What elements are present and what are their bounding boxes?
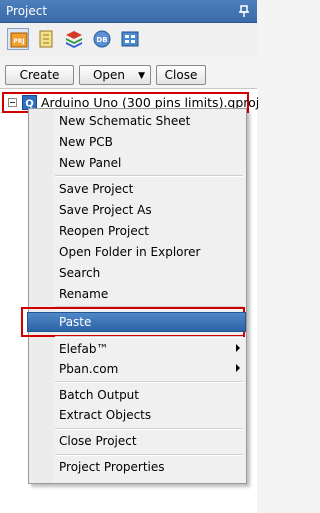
svg-text:DB: DB (96, 36, 107, 44)
chevron-down-icon: ▼ (138, 71, 145, 81)
panel-title-bar: Project (0, 0, 257, 23)
menu-item-new-pcb[interactable]: New PCB (29, 132, 246, 152)
menu-item-save-project[interactable]: Save Project (29, 179, 246, 199)
menu-item-label: Paste (59, 315, 92, 329)
menu-item-rename[interactable]: Rename (29, 284, 246, 304)
menu-separator (55, 381, 243, 383)
menu-item-label: Batch Output (59, 388, 139, 402)
menu-item-label: Pban.com (59, 362, 119, 376)
toolbar: PRJ DB (0, 23, 257, 56)
menu-item-label: New Panel (59, 156, 122, 170)
project-view-button[interactable]: PRJ (7, 28, 29, 50)
menu-item-project-properties[interactable]: Project Properties (29, 457, 246, 477)
create-new-button[interactable]: Create New (5, 65, 74, 100)
menu-item-reopen-project[interactable]: Reopen Project (29, 221, 246, 241)
menu-item-save-project-as[interactable]: Save Project As (29, 200, 246, 220)
menu-item-label: New PCB (59, 135, 113, 149)
menu-item-label: New Schematic Sheet (59, 114, 191, 128)
panel-title: Project (6, 4, 48, 18)
menu-item-label: Open Folder in Explorer (59, 245, 201, 259)
submenu-arrow-icon (236, 344, 240, 352)
submenu-arrow-icon (236, 364, 240, 372)
menu-item-extract-objects[interactable]: Extract Objects (29, 405, 246, 425)
context-menu: New Schematic Sheet New PCB New Panel Sa… (21, 108, 247, 484)
menu-item-label: Elefab™ (59, 342, 109, 356)
menu-item-label: Save Project (59, 182, 134, 196)
menu-item-open-folder-in-explorer[interactable]: Open Folder in Explorer (29, 242, 246, 262)
menu-item-new-panel[interactable]: New Panel (29, 153, 246, 173)
menu-separator (55, 175, 243, 177)
close-button[interactable]: Close (156, 65, 206, 85)
menu-item-new-schematic-sheet[interactable]: New Schematic Sheet (29, 111, 246, 131)
document-view-button[interactable] (35, 28, 57, 50)
menu-item-label: Extract Objects (59, 408, 152, 422)
menu-separator (55, 454, 243, 456)
layers-icon (66, 31, 82, 48)
components-icon (121, 31, 139, 47)
menu-item-label: Project Properties (59, 460, 165, 474)
menu-item-paste[interactable]: Paste (21, 307, 246, 337)
menu-separator (55, 428, 243, 430)
menu-item-batch-output[interactable]: Batch Output (29, 385, 246, 405)
menu-item-label: Search (59, 266, 101, 280)
project-actions: Create New Open ▼ Close (0, 60, 257, 100)
components-view-button[interactable] (119, 28, 141, 50)
menu-separator (55, 336, 243, 338)
document-icon (39, 30, 53, 48)
menu-item-elefab[interactable]: Elefab™ (29, 339, 246, 359)
collapse-icon[interactable] (8, 98, 17, 107)
menu-item-label: Close Project (59, 434, 137, 448)
database-icon: DB (93, 30, 111, 48)
menu-item-label: Rename (59, 287, 109, 301)
layers-view-button[interactable] (63, 28, 85, 50)
menu-item-label: Save Project As (59, 203, 152, 217)
open-button[interactable]: Open ▼ (79, 65, 151, 85)
svg-text:PRJ: PRJ (13, 38, 24, 45)
menu-item-label: Reopen Project (59, 224, 149, 238)
project-icon: PRJ (10, 32, 28, 48)
menu-item-pban[interactable]: Pban.com (29, 359, 246, 379)
menu-item-search[interactable]: Search (29, 263, 246, 283)
menu-item-close-project[interactable]: Close Project (29, 431, 246, 451)
pin-icon[interactable] (238, 4, 250, 18)
database-view-button[interactable]: DB (91, 28, 113, 50)
open-button-label: Open (92, 68, 126, 82)
